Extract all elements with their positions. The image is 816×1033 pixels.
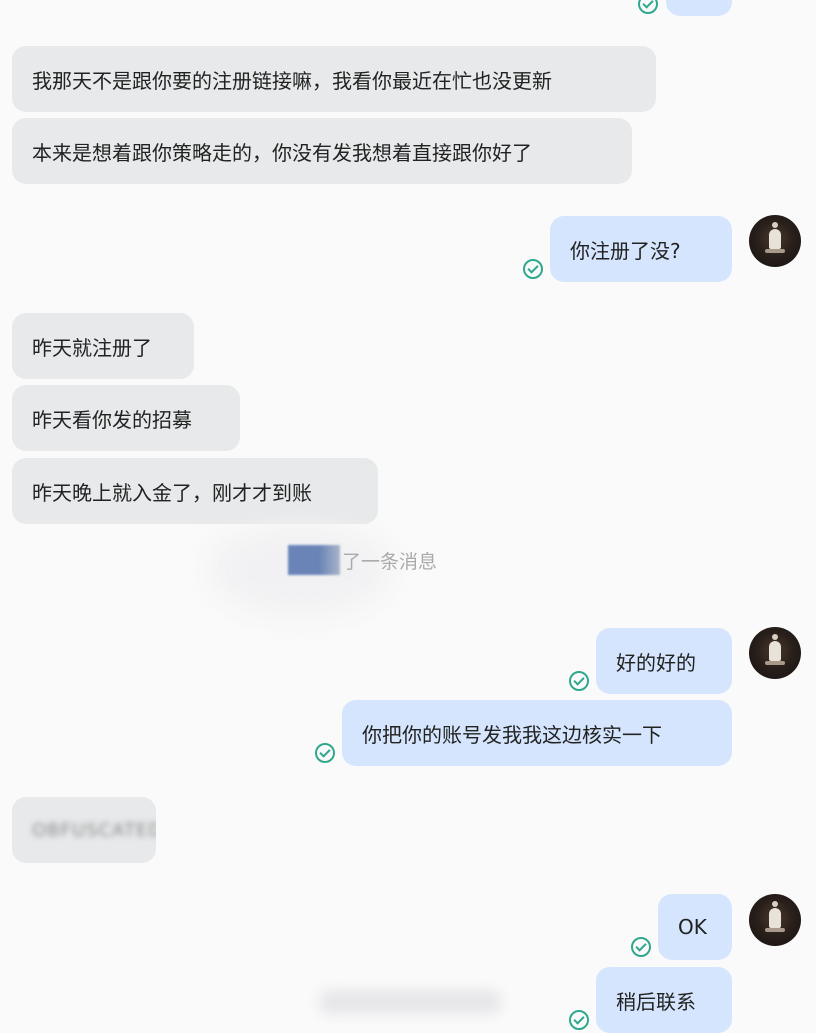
message-bubble-outgoing[interactable]: 你注册了没? — [550, 216, 732, 282]
message-text: 昨天就注册了 — [32, 335, 152, 360]
message-bubble-incoming[interactable]: 本来是想着跟你策略走的，你没有发我想着直接跟你好了 — [12, 118, 632, 184]
check-circle-icon — [523, 259, 543, 279]
user-avatar[interactable] — [749, 894, 801, 946]
check-circle-icon — [569, 1010, 589, 1030]
check-circle-icon — [315, 743, 335, 763]
blurred-overlay — [320, 990, 500, 1014]
recall-notice: 了一条消息 — [288, 544, 437, 576]
user-avatar[interactable] — [749, 215, 801, 267]
message-bubble-outgoing[interactable]: 好的好的 — [596, 628, 732, 694]
message-bubble-outgoing[interactable]: OK — [658, 894, 732, 960]
message-text: 稍后联系 — [616, 989, 696, 1014]
message-text: 我那天不是跟你要的注册链接嘛，我看你最近在忙也没更新 — [32, 68, 552, 93]
message-bubble-incoming-obfuscated[interactable]: OBFUSCATED — [12, 797, 156, 863]
message-text: 本来是想着跟你策略走的，你没有发我想着直接跟你好了 — [32, 140, 532, 165]
message-text: 好的好的 — [616, 650, 696, 675]
message-text: 昨天看你发的招募 — [32, 407, 192, 432]
message-bubble-incoming[interactable]: 昨天就注册了 — [12, 313, 194, 379]
message-bubble-outgoing[interactable]: 你把你的账号发我我这边核实一下 — [342, 700, 732, 766]
check-circle-icon — [569, 671, 589, 691]
message-bubble-incoming[interactable]: 昨天晚上就入金了，刚才才到账 — [12, 458, 378, 524]
message-bubble-incoming[interactable]: 昨天看你发的招募 — [12, 385, 240, 451]
check-circle-icon — [631, 937, 651, 957]
message-bubble-incoming[interactable]: 我那天不是跟你要的注册链接嘛，我看你最近在忙也没更新 — [12, 46, 656, 112]
recall-notice-text: 了一条消息 — [342, 550, 438, 573]
message-text: 昨天晚上就入金了，刚才才到账 — [32, 480, 312, 505]
message-text: 你注册了没? — [570, 238, 681, 263]
message-text: OK — [678, 915, 707, 939]
check-circle-icon — [638, 0, 658, 14]
user-avatar[interactable] — [749, 627, 801, 679]
message-text-blurred: OBFUSCATED — [32, 819, 156, 841]
message-text: 你把你的账号发我我这边核实一下 — [362, 722, 662, 747]
redacted-name-block — [288, 545, 340, 575]
message-bubble-outgoing[interactable]: 稍后联系 — [596, 967, 732, 1033]
message-bubble-outgoing-partial[interactable] — [666, 0, 732, 16]
